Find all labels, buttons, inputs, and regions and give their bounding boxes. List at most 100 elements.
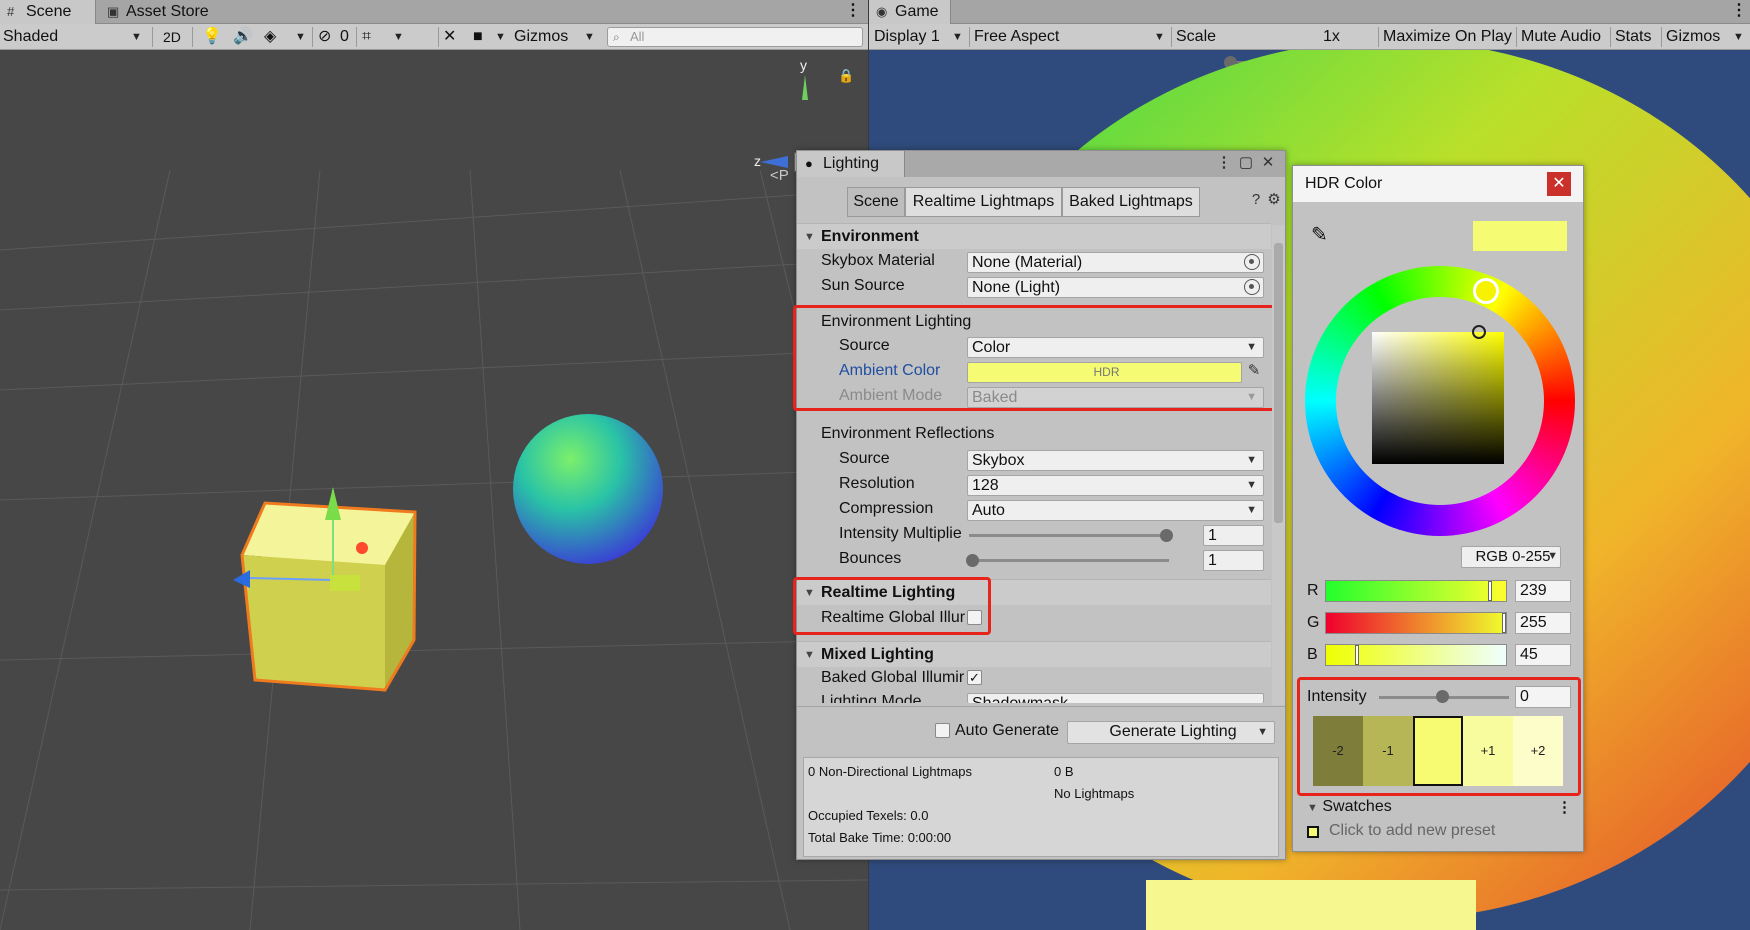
g-input[interactable]: 255	[1515, 612, 1571, 634]
b-input[interactable]: 45	[1515, 644, 1571, 666]
chevron-down-icon[interactable]: ▼	[295, 24, 306, 50]
maximize-on-play-toggle[interactable]: Maximize On Play	[1383, 24, 1512, 50]
lighting-toggle-icon[interactable]: 💡	[202, 24, 222, 50]
maximize-icon[interactable]: ▢	[1237, 154, 1255, 172]
divider	[1661, 27, 1662, 47]
b-slider[interactable]	[1325, 644, 1507, 666]
mute-audio-toggle[interactable]: Mute Audio	[1521, 24, 1601, 50]
g-label: G	[1307, 614, 1320, 631]
axis-z-label: z	[754, 153, 761, 169]
g-slider-handle[interactable]	[1502, 613, 1506, 633]
refl-source-value: Skybox	[972, 452, 1025, 469]
game-gizmos-dropdown[interactable]: Gizmos	[1666, 24, 1720, 50]
intensity-multiplier-knob[interactable]	[1160, 529, 1173, 542]
resolution-dropdown[interactable]: 128 ▼	[967, 475, 1264, 496]
r-slider-handle[interactable]	[1488, 581, 1492, 601]
close-icon[interactable]: ✕	[1547, 172, 1571, 196]
highlight-environment-lighting	[793, 305, 1281, 411]
scene-menu-icon[interactable]: ⋮	[845, 0, 861, 24]
search-input[interactable]: ⌕ All	[607, 27, 863, 47]
lighting-scrollbar[interactable]	[1272, 225, 1285, 705]
occupied-texels: Occupied Texels: 0.0	[808, 808, 929, 823]
display-dropdown[interactable]: Display 1 ▼	[874, 24, 966, 50]
bounces-knob[interactable]	[966, 554, 979, 567]
scene-toolbar: Shaded ▼ 2D 💡 🔊 ◈ ▼ ⊘ 0 ⌗ ▼ ✕ ■ ▼ Gizmos…	[0, 24, 868, 50]
tab-asset-store[interactable]: ▣ Asset Store	[100, 0, 230, 24]
stats-toggle[interactable]: Stats	[1615, 24, 1651, 50]
eyedropper-icon[interactable]: ✎	[1311, 222, 1328, 247]
hue-handle[interactable]	[1473, 278, 1499, 304]
swatches-header[interactable]: ▼ Swatches	[1307, 798, 1392, 816]
chevron-down-icon: ▼	[1246, 454, 1257, 466]
skybox-material-value: None (Material)	[972, 254, 1083, 271]
lighting-window[interactable]: ● Lighting ⋮ ▢ ✕ Scene Realtime Lightmap…	[793, 150, 1286, 860]
resolution-label: Resolution	[839, 475, 915, 492]
intensity-multiplier-input[interactable]: 1	[1203, 525, 1264, 546]
game-toolbar: Display 1 ▼ Free Aspect ▼ Scale 1x Maxim…	[869, 24, 1750, 69]
skybox-material-field[interactable]: None (Material)	[967, 252, 1264, 273]
bounces-input[interactable]: 1	[1203, 550, 1264, 571]
generate-lighting-button[interactable]: Generate Lighting ▼	[1067, 721, 1275, 744]
b-slider-handle[interactable]	[1355, 645, 1359, 665]
object-picker-icon[interactable]	[1244, 279, 1260, 295]
mixed-lighting-header[interactable]: ▼ Mixed Lighting	[797, 641, 1271, 667]
swatch-slot[interactable]	[1307, 826, 1319, 838]
intensity-multiplier-track[interactable]	[969, 534, 1169, 537]
shading-dropdown[interactable]: Shaded ▼	[3, 24, 145, 50]
chevron-down-icon[interactable]: ▼	[1733, 24, 1744, 50]
color-mode-dropdown[interactable]: RGB 0-255 ▼	[1461, 546, 1561, 568]
divider	[1378, 27, 1379, 47]
help-icon[interactable]: ?	[1247, 191, 1265, 209]
scene-view[interactable]: # Scene ▣ Asset Store ⋮ Shaded ▼ 2D 💡 🔊 …	[0, 0, 868, 930]
lighting-tab[interactable]: ● Lighting	[797, 151, 905, 177]
compression-dropdown[interactable]: Auto ▼	[967, 500, 1264, 521]
audio-toggle-icon[interactable]: 🔊	[233, 24, 253, 50]
r-label: R	[1307, 582, 1319, 599]
swatches-hint: Click to add new preset	[1329, 822, 1496, 839]
close-icon[interactable]: ✕	[1259, 154, 1277, 172]
settings-gear-icon[interactable]: ⚙	[1265, 191, 1283, 209]
camera-icon[interactable]: ■	[473, 24, 483, 50]
chevron-down-icon[interactable]: ▼	[1257, 722, 1268, 743]
tab-game[interactable]: ◉ Game	[869, 0, 951, 24]
auto-generate-checkbox[interactable]	[935, 723, 950, 738]
grid-snap-icon[interactable]: ⌗	[362, 24, 371, 50]
baked-gi-checkbox[interactable]: ✓	[967, 670, 982, 685]
tools-icon[interactable]: ✕	[443, 24, 456, 50]
tab-lighting-scene[interactable]: Scene	[847, 187, 905, 217]
aspect-dropdown[interactable]: Free Aspect ▼	[974, 24, 1167, 50]
toggle-2d-button[interactable]: 2D	[163, 24, 181, 50]
bounces-track[interactable]	[969, 559, 1169, 562]
scrollbar-thumb[interactable]	[1274, 243, 1283, 523]
hdr-color-window[interactable]: HDR Color ✕ ✎ RGB 0-255 ▼ R 239 G 255 B …	[1292, 165, 1584, 852]
r-slider[interactable]	[1325, 580, 1507, 602]
hdr-title-bar: HDR Color	[1293, 166, 1583, 202]
object-picker-icon[interactable]	[1244, 254, 1260, 270]
generate-lighting-label: Generate Lighting	[1109, 723, 1237, 740]
chevron-down-icon: ▼	[952, 31, 963, 43]
r-input[interactable]: 239	[1515, 580, 1571, 602]
lighting-mode-dropdown[interactable]: Shadowmask	[967, 693, 1264, 703]
highlight-intensity	[1297, 677, 1581, 796]
scene-viewport[interactable]: y z 🔒 <P	[0, 50, 868, 930]
sv-handle[interactable]	[1472, 325, 1486, 339]
sun-source-field[interactable]: None (Light)	[967, 277, 1264, 298]
chevron-down-icon[interactable]: ▼	[495, 24, 506, 50]
effects-toggle-icon[interactable]: ◈	[264, 24, 276, 50]
window-menu-icon[interactable]: ⋮	[1215, 154, 1233, 172]
gizmos-dropdown[interactable]: Gizmos	[514, 24, 568, 50]
tab-realtime-lightmaps[interactable]: Realtime Lightmaps	[905, 187, 1062, 217]
refl-source-dropdown[interactable]: Skybox ▼	[967, 450, 1264, 471]
hidden-objects-icon[interactable]: ⊘	[318, 24, 331, 50]
tab-scene[interactable]: # Scene	[0, 0, 96, 24]
g-slider[interactable]	[1325, 612, 1507, 634]
chevron-down-icon[interactable]: ▼	[393, 24, 404, 50]
auto-generate-label: Auto Generate	[955, 722, 1060, 739]
compression-label: Compression	[839, 500, 934, 517]
saturation-value-square[interactable]	[1372, 332, 1504, 464]
environment-header[interactable]: ▼ Environment	[797, 223, 1271, 249]
chevron-down-icon[interactable]: ▼	[584, 24, 595, 50]
swatches-menu-icon[interactable]: ⋮	[1557, 798, 1572, 816]
game-menu-icon[interactable]: ⋮	[1731, 0, 1747, 24]
tab-baked-lightmaps[interactable]: Baked Lightmaps	[1062, 187, 1200, 217]
